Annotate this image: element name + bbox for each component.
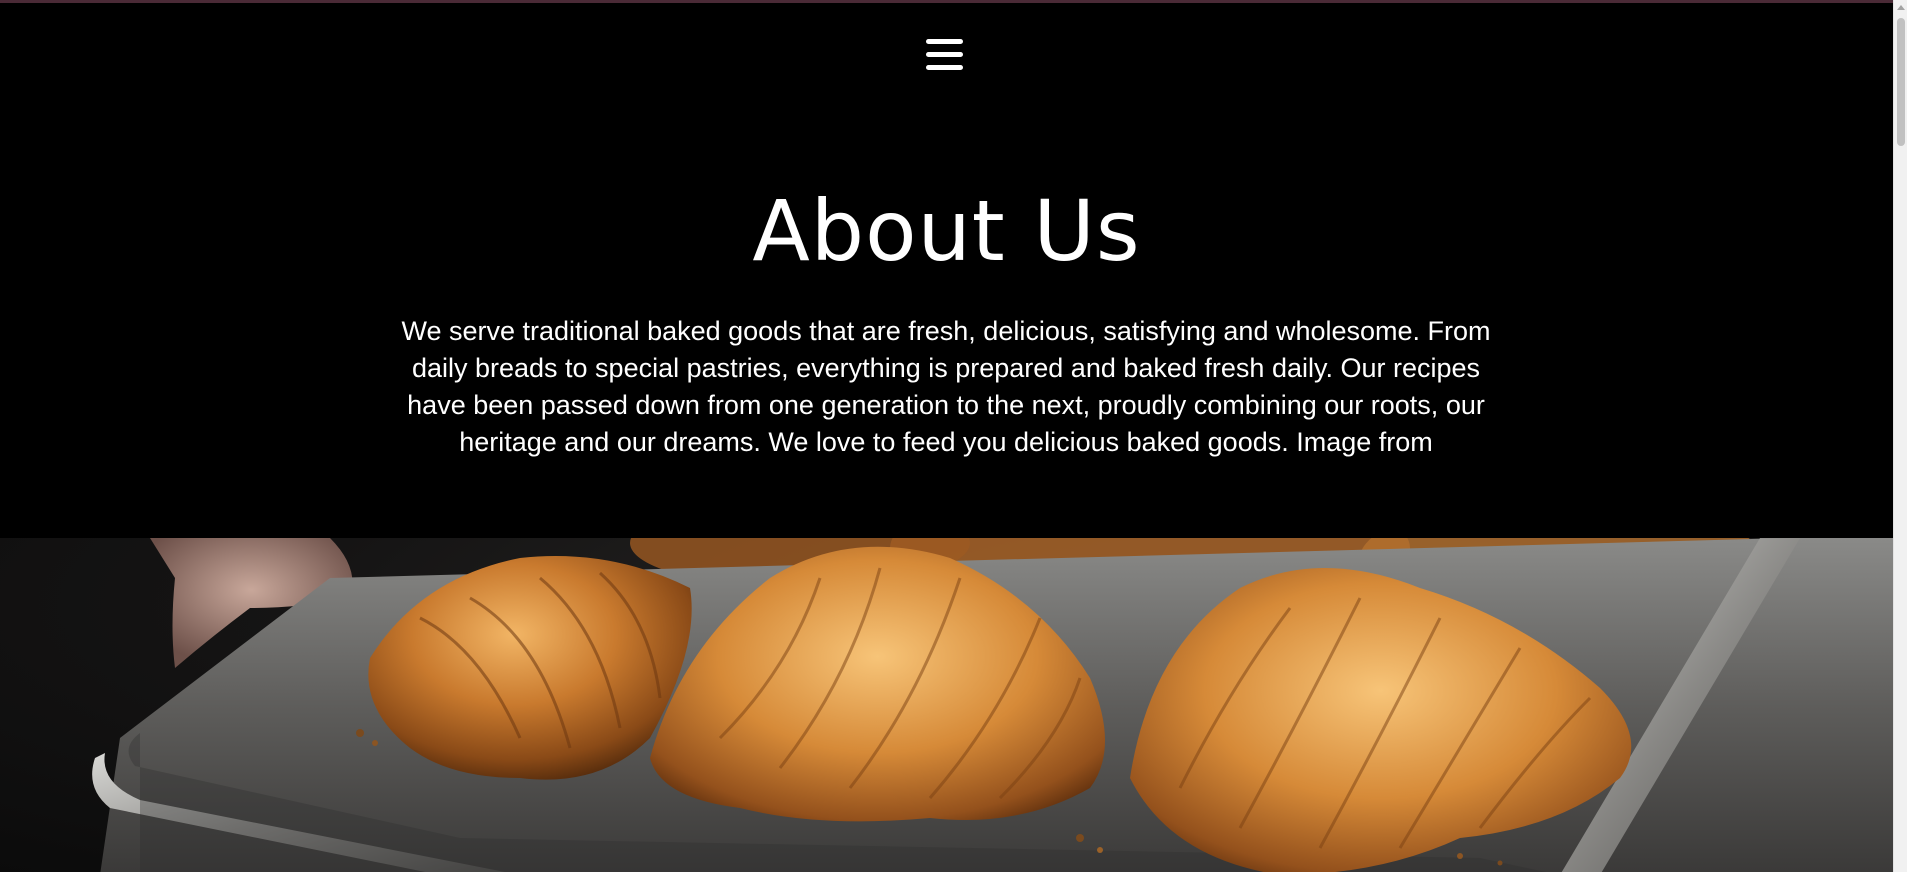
vertical-scrollbar[interactable]: [1893, 0, 1907, 872]
scrollbar-thumb[interactable]: [1897, 18, 1905, 146]
scroll-up-arrow-icon[interactable]: [1897, 5, 1905, 10]
about-section: About Us We serve traditional baked good…: [0, 3, 1893, 872]
croissants-hero-image: [0, 538, 1893, 872]
page: About Us We serve traditional baked good…: [0, 0, 1907, 872]
menu-bar: [926, 65, 963, 70]
page-title: About Us: [752, 182, 1141, 280]
about-description: We serve traditional baked goods that ar…: [401, 316, 1491, 457]
menu-bar: [926, 39, 963, 44]
hamburger-menu-icon[interactable]: [926, 38, 963, 72]
menu-bar: [926, 52, 963, 57]
